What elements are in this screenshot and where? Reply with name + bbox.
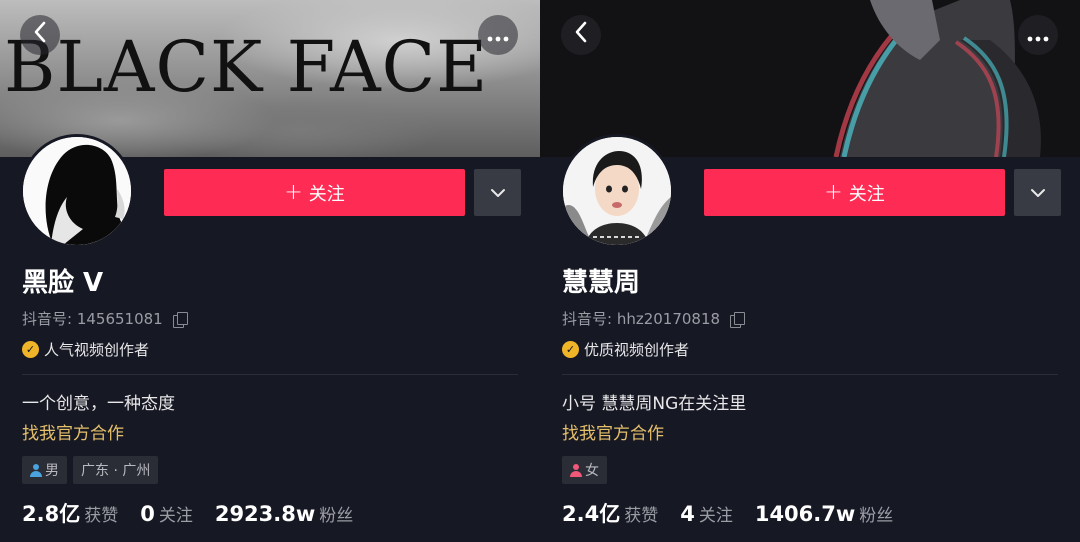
divider xyxy=(22,374,518,375)
gender-label: 男 xyxy=(45,463,59,479)
account-id[interactable]: 抖音号: 145651081 xyxy=(22,308,188,329)
plus-icon: + xyxy=(284,179,303,205)
stat-label: 关注 xyxy=(698,506,733,526)
creator-badge: ✓ 人气视频创作者 xyxy=(22,339,149,360)
chevron-down-icon xyxy=(1030,183,1046,202)
stat-label: 粉丝 xyxy=(319,506,354,526)
creator-badge-label: 人气视频创作者 xyxy=(44,341,150,359)
location-tag: 广东 · 广州 xyxy=(73,456,159,484)
chevron-left-icon xyxy=(33,21,47,49)
stat-label: 粉丝 xyxy=(859,506,894,526)
avatar[interactable] xyxy=(560,134,674,248)
following-stat[interactable]: 0 关注 xyxy=(140,501,193,526)
stat-number: 2923.8w xyxy=(214,502,316,526)
stat-label: 获赞 xyxy=(84,506,119,526)
profile-panel-right: + 关注 慧慧周 抖音号: hhz20170818 ✓ 优质视频创作者 小号 慧… xyxy=(540,0,1080,542)
stat-number: 4 xyxy=(680,502,695,526)
profile-stats: 2.8亿 获赞 0 关注 2923.8w 粉丝 xyxy=(22,498,353,528)
gender-tag: 男 xyxy=(22,456,67,484)
creator-badge: ✓ 优质视频创作者 xyxy=(562,339,689,360)
bio: 小号 慧慧周NG在关注里 xyxy=(562,394,747,414)
recommend-dropdown-button[interactable] xyxy=(474,169,521,216)
more-button[interactable] xyxy=(1018,15,1058,55)
creator-badge-label: 优质视频创作者 xyxy=(584,341,690,359)
stat-number: 2.8亿 xyxy=(22,502,81,526)
plus-icon: + xyxy=(824,179,843,205)
nickname: 黑脸 V xyxy=(22,268,104,298)
stat-label: 关注 xyxy=(158,506,193,526)
chevron-left-icon xyxy=(574,21,588,49)
chevron-down-icon xyxy=(490,183,506,202)
more-button[interactable] xyxy=(478,15,518,55)
stat-number: 2.4亿 xyxy=(562,502,621,526)
more-dots-icon xyxy=(487,23,509,47)
more-dots-icon xyxy=(1027,23,1049,47)
profile-tags: 女 xyxy=(562,456,607,484)
followers-stat[interactable]: 2923.8w 粉丝 xyxy=(215,501,353,526)
following-stat[interactable]: 4 关注 xyxy=(680,501,733,526)
follow-label: 关注 xyxy=(848,183,885,205)
nickname: 慧慧周 xyxy=(562,268,641,298)
copy-icon[interactable] xyxy=(172,311,188,328)
banner-title: BLACK FACE xyxy=(4,26,489,108)
location-label: 广东 · 广州 xyxy=(81,463,151,479)
likes-stat: 2.4亿 获赞 xyxy=(562,498,658,528)
verified-badge-icon: ✓ xyxy=(562,341,579,358)
stat-number: 0 xyxy=(140,502,155,526)
follow-button[interactable]: + 关注 xyxy=(704,169,1005,216)
female-person-icon xyxy=(570,463,582,477)
gender-tag: 女 xyxy=(562,456,607,484)
likes-stat: 2.8亿 获赞 xyxy=(22,498,118,528)
account-id-label: 抖音号: hhz20170818 xyxy=(562,310,721,328)
bio: 一个创意，一种态度 xyxy=(22,394,175,414)
profile-panel-left: BLACK FACE + 关注 黑脸 V 抖音号: 145651081 ✓ 人气… xyxy=(0,0,540,542)
stat-label: 获赞 xyxy=(624,506,659,526)
gender-label: 女 xyxy=(585,463,599,479)
follow-label: 关注 xyxy=(308,183,345,205)
back-button[interactable] xyxy=(20,15,60,55)
cooperation-link[interactable]: 找我官方合作 xyxy=(562,419,664,444)
account-id-label: 抖音号: 145651081 xyxy=(22,310,163,328)
follow-button[interactable]: + 关注 xyxy=(164,169,465,216)
verified-badge-icon: ✓ xyxy=(22,341,39,358)
recommend-dropdown-button[interactable] xyxy=(1014,169,1061,216)
back-button[interactable] xyxy=(561,15,601,55)
stat-number: 1406.7w xyxy=(754,502,856,526)
cooperation-link[interactable]: 找我官方合作 xyxy=(22,419,124,444)
copy-icon[interactable] xyxy=(730,311,746,328)
profile-tags: 男 广东 · 广州 xyxy=(22,456,159,484)
avatar[interactable] xyxy=(20,134,134,248)
divider xyxy=(562,374,1058,375)
account-id[interactable]: 抖音号: hhz20170818 xyxy=(562,308,746,329)
followers-stat[interactable]: 1406.7w 粉丝 xyxy=(755,501,893,526)
male-person-icon xyxy=(30,463,42,477)
profile-stats: 2.4亿 获赞 4 关注 1406.7w 粉丝 xyxy=(562,498,893,528)
